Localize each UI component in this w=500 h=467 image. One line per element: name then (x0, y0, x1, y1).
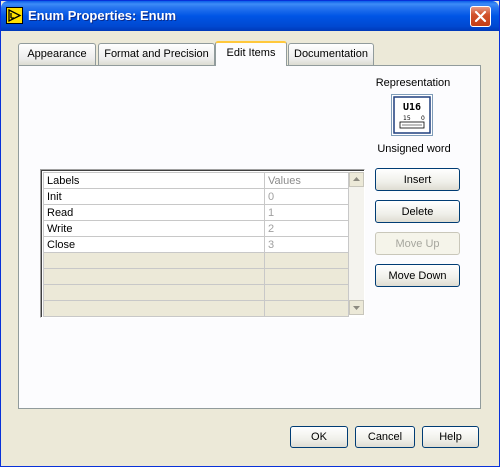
delete-button[interactable]: Delete (375, 200, 460, 223)
item-value-cell: 2 (264, 220, 349, 237)
tab-label: Edit Items (226, 47, 276, 59)
item-value-cell: 0 (264, 188, 349, 205)
tab-label: Appearance (27, 48, 87, 60)
table-row[interactable]: Init 0 (43, 188, 349, 205)
empty-value-cell (264, 252, 349, 269)
representation-selector[interactable]: U16 15 0 (391, 94, 433, 136)
empty-value-cell (264, 300, 349, 317)
item-label-cell[interactable]: Init (43, 188, 265, 205)
help-button[interactable]: Help (422, 426, 479, 448)
tab-format-and-precision[interactable]: Format and Precision (98, 43, 215, 65)
u16-representation-icon: U16 15 0 (393, 96, 431, 134)
close-button[interactable] (470, 6, 491, 27)
table-vertical-scrollbar[interactable] (349, 172, 364, 315)
labels-column-header[interactable]: Labels (43, 172, 265, 189)
item-value-cell: 1 (264, 204, 349, 221)
representation-type-text: U16 (403, 102, 421, 113)
tab-label: Format and Precision (104, 48, 209, 60)
labview-app-icon (6, 7, 23, 24)
table-row[interactable]: Read 1 (43, 204, 349, 221)
move-up-button[interactable]: Move Up (375, 232, 460, 255)
empty-label-cell[interactable] (43, 284, 265, 301)
scroll-down-arrow-icon (353, 306, 360, 310)
ok-button[interactable]: OK (290, 426, 348, 448)
item-label-cell[interactable]: Close (43, 236, 265, 253)
close-icon (474, 10, 487, 23)
scroll-up-arrow-icon (353, 177, 360, 181)
representation-icon-digits: 15 (403, 115, 411, 122)
table-header-row: Labels Values (43, 172, 349, 189)
title-bar[interactable]: Enum Properties: Enum (1, 1, 499, 31)
tab-appearance[interactable]: Appearance (18, 43, 96, 65)
representation-label: Representation (375, 77, 451, 89)
tab-documentation[interactable]: Documentation (288, 43, 374, 65)
enum-properties-dialog: Enum Properties: Enum Appearance Format … (0, 0, 500, 467)
representation-icon-zero: 0 (421, 115, 425, 122)
empty-table-row[interactable] (43, 268, 349, 285)
representation-type-name: Unsigned word (377, 143, 451, 155)
cancel-button[interactable]: Cancel (355, 426, 415, 448)
scroll-up-button[interactable] (349, 172, 364, 187)
empty-label-cell[interactable] (43, 300, 265, 317)
window-title: Enum Properties: Enum (28, 8, 177, 23)
item-value-cell: 3 (264, 236, 349, 253)
tab-label: Documentation (294, 48, 368, 60)
items-grid: Labels Values Init 0 Read 1 Write 2 Clos… (43, 172, 349, 317)
empty-label-cell[interactable] (43, 268, 265, 285)
empty-value-cell (264, 268, 349, 285)
item-label-cell[interactable]: Read (43, 204, 265, 221)
items-table[interactable]: Labels Values Init 0 Read 1 Write 2 Clos… (40, 169, 365, 318)
table-row[interactable]: Write 2 (43, 220, 349, 237)
item-label-cell[interactable]: Write (43, 220, 265, 237)
empty-table-row[interactable] (43, 300, 349, 317)
edit-items-panel: Representation U16 15 0 Unsigned word La… (18, 65, 481, 409)
empty-table-row[interactable] (43, 284, 349, 301)
move-down-button[interactable]: Move Down (375, 264, 460, 287)
table-row[interactable]: Close 3 (43, 236, 349, 253)
scroll-down-button[interactable] (349, 300, 364, 315)
empty-label-cell[interactable] (43, 252, 265, 269)
empty-value-cell (264, 284, 349, 301)
tab-edit-items[interactable]: Edit Items (215, 41, 287, 66)
values-column-header[interactable]: Values (264, 172, 349, 189)
empty-table-row[interactable] (43, 252, 349, 269)
insert-button[interactable]: Insert (375, 168, 460, 191)
